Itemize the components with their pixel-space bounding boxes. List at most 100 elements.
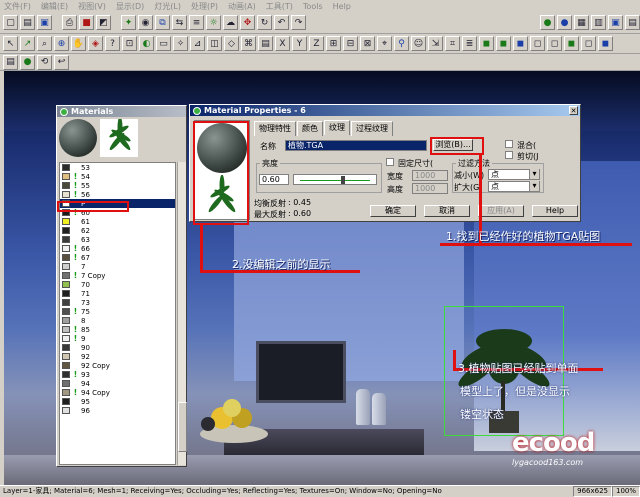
render-icon[interactable]: ◩ xyxy=(96,15,111,30)
yz-plane-icon[interactable]: ⊟ xyxy=(343,36,358,51)
menu-item[interactable]: 文件(F) xyxy=(4,1,31,12)
walk-icon[interactable]: ⚲ xyxy=(394,36,409,51)
move-icon[interactable]: ✥ xyxy=(240,15,255,30)
list-item[interactable]: ! 75 xyxy=(60,307,175,316)
blend-checkbox[interactable] xyxy=(505,140,513,148)
layout-icon[interactable]: ▤ xyxy=(3,54,18,70)
box-icon[interactable]: ▭ xyxy=(156,36,171,51)
y-axis-icon[interactable]: Y xyxy=(292,36,307,51)
person-icon[interactable]: ☺ xyxy=(411,36,426,51)
list-item[interactable]: ! 7 Copy xyxy=(60,271,175,280)
tile-icon[interactable]: ▤ xyxy=(625,15,640,30)
material-list-scrollbar[interactable] xyxy=(177,162,187,465)
list-item[interactable]: ! 94 Copy xyxy=(60,388,175,397)
apply-button[interactable]: 应用(A) xyxy=(478,205,524,217)
list-item[interactable]: ! 93 xyxy=(60,370,175,379)
help-icon[interactable]: ? xyxy=(105,36,120,51)
back-icon[interactable]: ↩ xyxy=(54,54,69,70)
cube-5-icon[interactable]: ◻ xyxy=(547,36,562,51)
material-ball-icon[interactable]: ● xyxy=(20,54,35,70)
select-plus-icon[interactable]: ↗ xyxy=(20,36,35,51)
list-item[interactable]: 71 xyxy=(60,289,175,298)
list-item[interactable]: 8 xyxy=(60,316,175,325)
list-item[interactable]: 62 xyxy=(60,226,175,235)
tab-color[interactable]: 颜色 xyxy=(297,121,323,136)
light-icon[interactable]: ✦ xyxy=(121,15,136,30)
cube-7-icon[interactable]: ◻ xyxy=(581,36,596,51)
menu-item[interactable]: Tools xyxy=(303,2,323,11)
ok-button[interactable]: 确定 xyxy=(370,205,416,217)
list-item[interactable]: 73 xyxy=(60,298,175,307)
menu-item[interactable]: 显示(D) xyxy=(116,1,144,12)
scrollbar-thumb[interactable] xyxy=(178,402,187,452)
cube-3-icon[interactable]: ◼ xyxy=(513,36,528,51)
cancel-button[interactable]: 取消 xyxy=(424,205,470,217)
measure-icon[interactable]: ⊿ xyxy=(190,36,205,51)
cube-6-icon[interactable]: ◼ xyxy=(564,36,579,51)
list-item[interactable]: 90 xyxy=(60,343,175,352)
new-file-icon[interactable]: ▢ xyxy=(3,15,18,30)
brightness-input[interactable]: 0.60 xyxy=(259,174,289,185)
list-item[interactable]: ! 55 xyxy=(60,181,175,190)
list-item[interactable]: 70 xyxy=(60,280,175,289)
x-axis-icon[interactable]: X xyxy=(275,36,290,51)
width-field[interactable]: 1000 xyxy=(412,170,448,181)
sphere-blue-icon[interactable]: ● xyxy=(557,15,572,30)
list-item[interactable]: 53 xyxy=(60,163,175,172)
tab-procedural[interactable]: 过程纹理 xyxy=(351,121,393,136)
save-icon[interactable]: ▣ xyxy=(37,15,52,30)
cube-2-icon[interactable]: ◼ xyxy=(496,36,511,51)
grid-snap-icon[interactable]: ⌗ xyxy=(445,36,460,51)
zoom-window-icon[interactable]: ⊕ xyxy=(54,36,69,51)
z-axis-icon[interactable]: Z xyxy=(309,36,324,51)
window-icon[interactable]: ⧉ xyxy=(155,15,170,30)
materials-window[interactable]: Materials 53! 54! 55! 56 P! 60 61 62 63! 66! 67 7! 7… xyxy=(56,105,187,467)
fit-icon[interactable]: ⊡ xyxy=(122,36,137,51)
redo-icon[interactable]: ↷ xyxy=(291,15,306,30)
menu-item[interactable]: 工具(T) xyxy=(266,1,293,12)
texture-name-field[interactable]: 植物.TGA xyxy=(285,140,427,151)
select-icon[interactable]: ↖ xyxy=(3,36,18,51)
slider-knob[interactable] xyxy=(340,176,345,184)
frame-icon[interactable]: ▣ xyxy=(608,15,623,30)
menu-item[interactable]: 灯光(L) xyxy=(154,1,181,12)
list-item[interactable]: ! 66 xyxy=(60,244,175,253)
height-field[interactable]: 1000 xyxy=(412,183,448,194)
list-item[interactable]: 61 xyxy=(60,217,175,226)
list-item[interactable]: 95 xyxy=(60,397,175,406)
tab-physical[interactable]: 物理特性 xyxy=(254,121,296,136)
grid-icon[interactable]: ▦ xyxy=(574,15,589,30)
menu-item[interactable]: Help xyxy=(333,2,351,11)
clip-checkbox[interactable] xyxy=(505,151,513,159)
tilt-icon[interactable]: ⇲ xyxy=(428,36,443,51)
xy-plane-icon[interactable]: ⊞ xyxy=(326,36,341,51)
camera-icon[interactable]: ◉ xyxy=(138,15,153,30)
close-icon[interactable]: ✕ xyxy=(569,106,578,115)
sun-icon[interactable]: ☼ xyxy=(206,15,221,30)
props-icon[interactable]: ▤ xyxy=(258,36,273,51)
menu-item[interactable]: 动画(A) xyxy=(228,1,256,12)
view-icon[interactable]: ◐ xyxy=(139,36,154,51)
enlarge-select[interactable]: 点 xyxy=(488,181,540,192)
list-item[interactable]: 96 xyxy=(60,406,175,415)
list-item[interactable]: ! 85 xyxy=(60,325,175,334)
list-item[interactable]: ! 54 xyxy=(60,172,175,181)
table-icon[interactable]: ▥ xyxy=(591,15,606,30)
layer-icon[interactable]: ≡ xyxy=(189,15,204,30)
toggle-icon[interactable]: ⇆ xyxy=(172,15,187,30)
list-item[interactable]: 63 xyxy=(60,235,175,244)
sky-icon[interactable]: ☁ xyxy=(223,15,238,30)
list-item[interactable]: 94 xyxy=(60,379,175,388)
material-properties-titlebar[interactable]: Material Properties - 6 xyxy=(190,105,580,116)
list-item[interactable]: 7 xyxy=(60,262,175,271)
refresh-icon[interactable]: ⟲ xyxy=(37,54,52,70)
shrink-select[interactable]: 点 xyxy=(488,169,540,180)
pan-icon[interactable]: ✋ xyxy=(71,36,86,51)
open-folder-icon[interactable]: ▤ xyxy=(20,15,35,30)
snap-icon[interactable]: ⌖ xyxy=(377,36,392,51)
object-icon[interactable]: ◇ xyxy=(224,36,239,51)
zoom-icon[interactable]: ⌕ xyxy=(37,36,52,51)
stop-icon[interactable]: ■ xyxy=(79,15,94,30)
zx-plane-icon[interactable]: ⊠ xyxy=(360,36,375,51)
cube-icon[interactable]: ◼ xyxy=(479,36,494,51)
